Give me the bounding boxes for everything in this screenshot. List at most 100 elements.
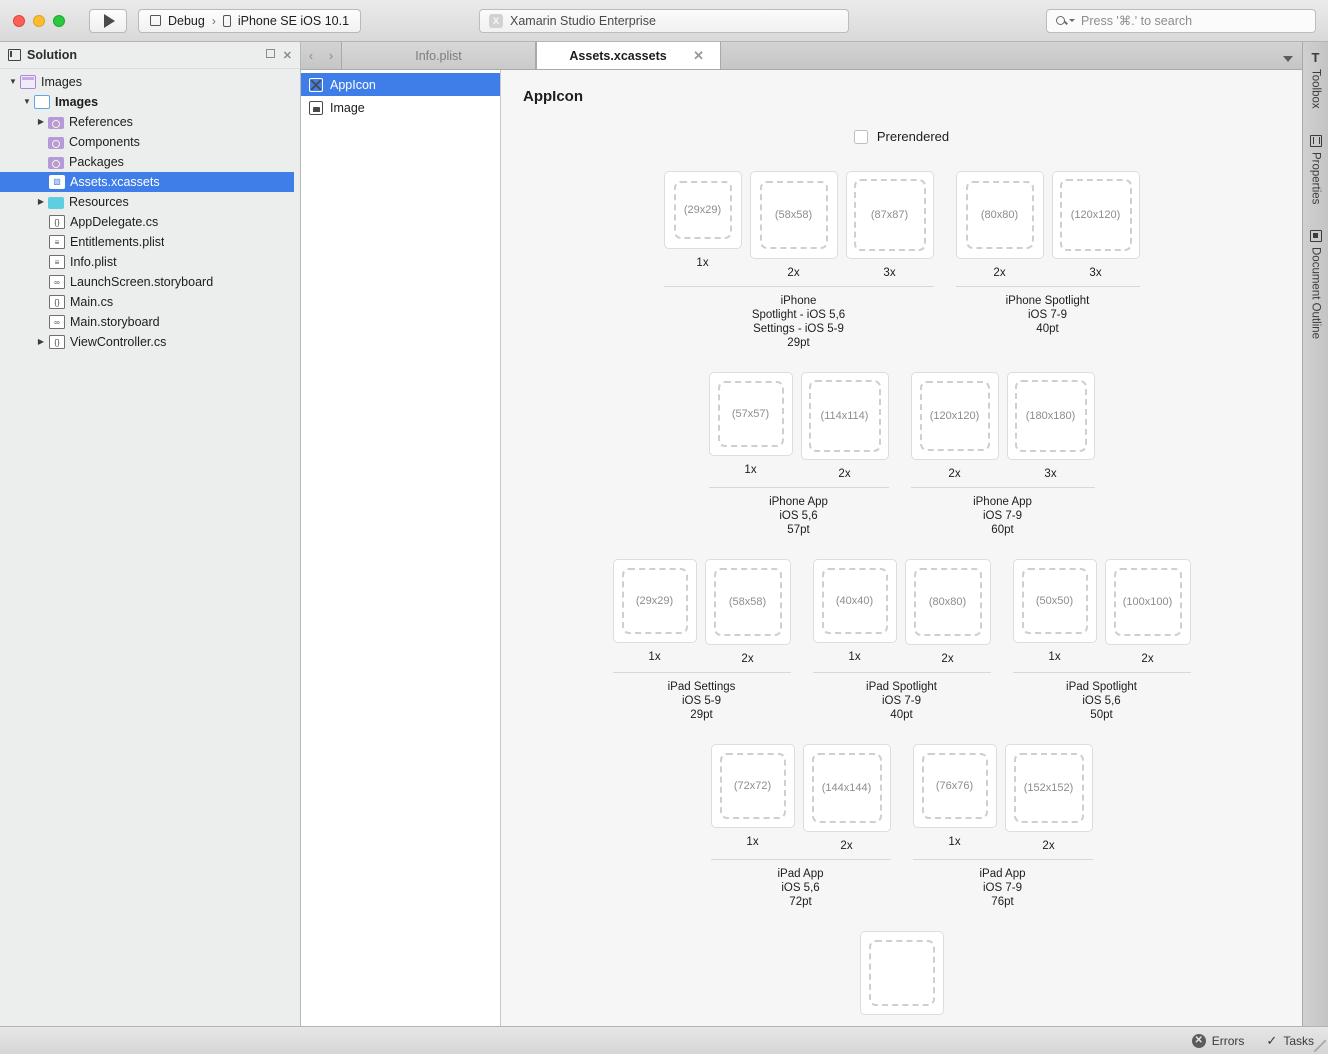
solution-tree[interactable]: Images Images References Components Packages… [0, 69, 300, 1026]
icon-dropzone[interactable]: (58x58) [713, 568, 782, 636]
icon-slot[interactable]: (76x76) 1x [912, 744, 997, 852]
icon-dropzone[interactable]: (114x114) [808, 380, 881, 452]
zoom-window-button[interactable] [53, 14, 65, 27]
icon-dropzone[interactable]: (72x72) [719, 753, 786, 819]
tree-item-launchscreen-storyboard[interactable]: ∞ LaunchScreen.storyboard [0, 272, 300, 292]
icon-drop-tile[interactable]: (72x72) [710, 744, 795, 828]
tree-expander-icon[interactable] [34, 112, 48, 132]
icon-drop-tile[interactable]: (80x80) [904, 559, 991, 645]
icon-dropzone[interactable] [868, 940, 935, 1006]
right-tab-properties[interactable]: Properties [1309, 134, 1322, 204]
icon-drop-tile[interactable]: (100x100) [1104, 559, 1191, 645]
icon-slot[interactable]: (180x180) 3x [1006, 372, 1095, 480]
close-icon[interactable]: ✕ [693, 49, 704, 62]
icon-drop-tile[interactable]: (50x50) [1012, 559, 1097, 643]
close-window-button[interactable] [13, 14, 25, 27]
icon-drop-tile[interactable]: (114x114) [800, 372, 889, 460]
icon-drop-tile[interactable]: (58x58) [704, 559, 791, 645]
tree-item-images[interactable]: Images [0, 72, 300, 92]
icon-drop-tile[interactable]: (87x87) [845, 171, 934, 259]
asset-item-image[interactable]: Image [301, 96, 500, 119]
icon-dropzone[interactable]: (58x58) [759, 181, 828, 249]
asset-list[interactable]: AppIcon Image [301, 70, 501, 1026]
icon-drop-tile[interactable]: (120x120) [910, 372, 999, 460]
icon-dropzone[interactable]: (50x50) [1021, 568, 1088, 634]
icon-drop-tile[interactable]: (120x120) [1051, 171, 1140, 259]
icon-dropzone[interactable]: (180x180) [1014, 380, 1087, 452]
prerendered-checkbox[interactable] [853, 129, 868, 144]
tree-item-resources[interactable]: Resources [0, 192, 300, 212]
tree-item-images[interactable]: Images [0, 92, 300, 112]
tree-item-assets-xcassets[interactable]: ▧ Assets.xcassets [0, 172, 300, 192]
icon-drop-tile[interactable]: (29x29) [612, 559, 697, 643]
tree-item-components[interactable]: Components [0, 132, 300, 152]
icon-dropzone[interactable]: (29x29) [621, 568, 688, 634]
icon-drop-tile[interactable]: (57x57) [708, 372, 793, 456]
errors-status-button[interactable]: ✕ Errors [1191, 1033, 1244, 1048]
icon-dropzone[interactable]: (144x144) [811, 753, 882, 823]
icon-slot[interactable]: (29x29) 1x [612, 559, 697, 665]
minimize-pad-button[interactable] [265, 49, 275, 61]
icon-slot[interactable]: (80x80) 2x [955, 171, 1044, 279]
run-button[interactable] [89, 8, 127, 33]
icon-drop-tile[interactable]: (152x152) [1004, 744, 1093, 832]
configuration-selector[interactable]: Debug › iPhone SE iOS 10.1 [138, 8, 362, 33]
navigate-forward-button[interactable]: › [321, 42, 341, 69]
tree-item-references[interactable]: References [0, 112, 300, 132]
tree-expander-icon[interactable] [20, 92, 34, 112]
tree-item-info-plist[interactable]: ≡ Info.plist [0, 252, 300, 272]
tree-expander-icon[interactable] [6, 72, 20, 92]
icon-dropzone[interactable]: (120x120) [1059, 179, 1132, 251]
icon-slot[interactable]: (120x120) 2x [910, 372, 999, 480]
tree-item-appdelegate-cs[interactable]: {} AppDelegate.cs [0, 212, 300, 232]
icon-dropzone[interactable]: (152x152) [1013, 753, 1084, 823]
search-input[interactable]: Press '⌘.' to search [1046, 8, 1316, 33]
icon-slot[interactable]: (144x144) 2x [802, 744, 891, 852]
right-tab-document-outline[interactable]: Document Outline [1309, 230, 1322, 339]
icon-dropzone[interactable]: (76x76) [921, 753, 988, 819]
tree-item-entitlements-plist[interactable]: ≡ Entitlements.plist [0, 232, 300, 252]
icon-slot[interactable]: (87x87) 3x [845, 171, 934, 279]
tab-overflow-chevron-down-icon[interactable] [1283, 56, 1293, 62]
icon-dropzone[interactable]: (40x40) [821, 568, 888, 634]
icon-slot[interactable]: (114x114) 2x [800, 372, 889, 480]
resize-grip[interactable] [1314, 1040, 1326, 1052]
icon-slot[interactable]: (80x80) 2x [904, 559, 991, 665]
icon-drop-tile[interactable]: (40x40) [812, 559, 897, 643]
tree-item-main-cs[interactable]: {} Main.cs [0, 292, 300, 312]
icon-slot[interactable]: (57x57) 1x [708, 372, 793, 480]
icon-drop-tile[interactable]: (180x180) [1006, 372, 1095, 460]
icon-drop-tile[interactable]: (29x29) [663, 171, 742, 249]
icon-slot[interactable]: (50x50) 1x [1012, 559, 1097, 665]
tab-info-plist[interactable]: Info.plist [341, 42, 536, 69]
icon-drop-tile[interactable]: (76x76) [912, 744, 997, 828]
icon-drop-tile[interactable]: (144x144) [802, 744, 891, 832]
icon-drop-tile[interactable] [859, 931, 944, 1015]
icon-dropzone[interactable]: (29x29) [673, 181, 732, 239]
tasks-status-button[interactable]: ✓ Tasks [1266, 1033, 1314, 1049]
prerendered-checkbox-row[interactable]: Prerendered [523, 129, 1280, 144]
tree-expander-icon[interactable] [34, 192, 48, 212]
minimize-window-button[interactable] [33, 14, 45, 27]
icon-dropzone[interactable]: (80x80) [965, 181, 1034, 249]
icon-slot[interactable]: (40x40) 1x [812, 559, 897, 665]
solution-pad-scrollbar[interactable] [294, 69, 300, 1026]
tree-item-main-storyboard[interactable]: ∞ Main.storyboard [0, 312, 300, 332]
icon-slot[interactable]: (120x120) 3x [1051, 171, 1140, 279]
asset-item-appicon[interactable]: AppIcon [301, 73, 500, 96]
icon-slot[interactable] [859, 931, 944, 1015]
icon-slot[interactable]: (152x152) 2x [1004, 744, 1093, 852]
icon-dropzone[interactable]: (80x80) [913, 568, 982, 636]
icon-drop-tile[interactable]: (80x80) [955, 171, 1044, 259]
icon-dropzone[interactable]: (100x100) [1113, 568, 1182, 636]
icon-slot[interactable]: (72x72) 1x [710, 744, 795, 852]
tab-assets-xcassets[interactable]: Assets.xcassets ✕ [536, 42, 721, 69]
close-pad-button[interactable]: ✕ [283, 49, 292, 62]
tree-expander-icon[interactable] [34, 332, 48, 352]
icon-dropzone[interactable]: (87x87) [853, 179, 926, 251]
right-tab-toolbox[interactable]: T Toolbox [1310, 51, 1322, 109]
tree-item-viewcontroller-cs[interactable]: {} ViewController.cs [0, 332, 300, 352]
navigate-back-button[interactable]: ‹ [301, 42, 321, 69]
icon-slot[interactable]: (100x100) 2x [1104, 559, 1191, 665]
icon-slot[interactable]: (58x58) 2x [704, 559, 791, 665]
